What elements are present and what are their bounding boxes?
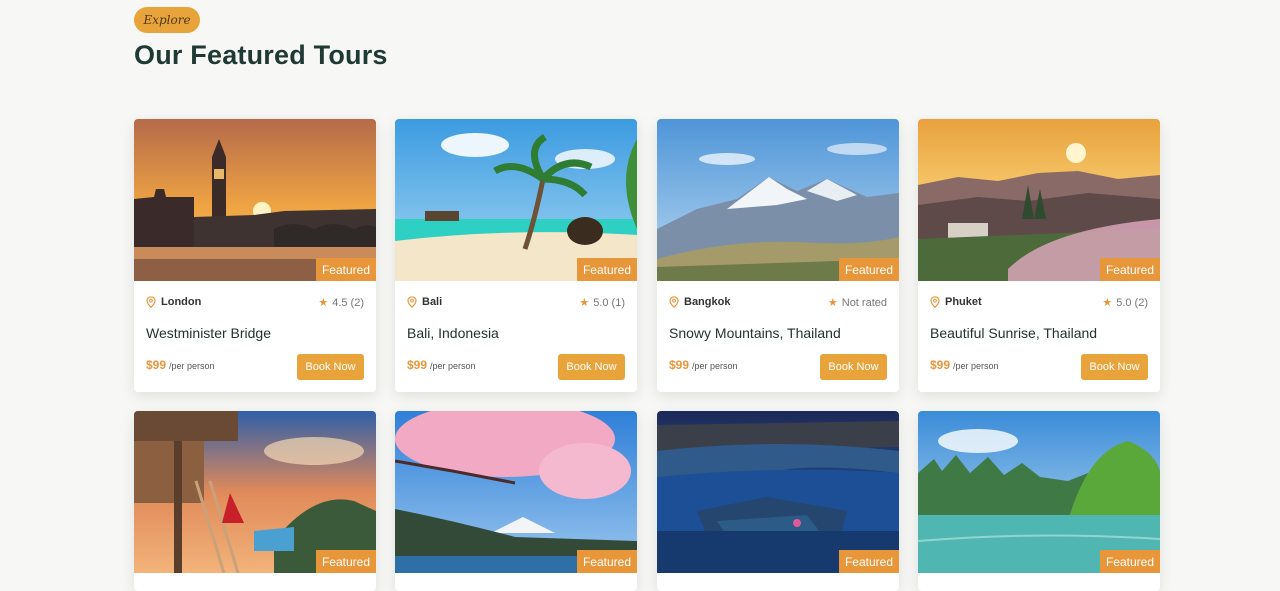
star-icon: ★ <box>579 297 590 309</box>
tour-card[interactable]: Featured <box>134 411 376 591</box>
location-label: London <box>161 296 202 308</box>
tour-price: $99/per person <box>407 358 476 372</box>
rating: ★ 5.0 (1) <box>579 296 625 310</box>
rating: ★ 5.0 (2) <box>1102 296 1148 310</box>
featured-badge: Featured <box>1099 550 1160 573</box>
tour-image-bali: Featured <box>395 119 637 281</box>
map-pin-icon <box>930 296 940 308</box>
tour-name[interactable]: Bali, Indonesia <box>407 325 499 341</box>
tour-card-bangkok[interactable]: Featured Bangkok ★ Not rated Snowy Mount… <box>657 119 899 392</box>
location-label: Phuket <box>945 296 982 308</box>
location-label: Bali <box>422 296 443 308</box>
explore-tag: Explore <box>134 7 200 33</box>
tour-image-night-river: Featured <box>657 411 899 573</box>
book-now-button[interactable]: Book Now <box>1081 354 1148 380</box>
tour-price: $99/per person <box>146 358 215 372</box>
featured-badge: Featured <box>1099 258 1160 281</box>
featured-badge: Featured <box>315 258 376 281</box>
tour-card[interactable]: Featured <box>657 411 899 591</box>
tour-image-cherry-blossom: Featured <box>395 411 637 573</box>
tour-card-bali[interactable]: Featured Bali ★ 5.0 (1) Bali, Indonesia … <box>395 119 637 392</box>
tour-image-phuket: Featured <box>918 119 1160 281</box>
book-now-button[interactable]: Book Now <box>297 354 364 380</box>
tour-image-karst-river: Featured <box>918 411 1160 573</box>
map-pin-icon <box>669 296 679 308</box>
featured-badge: Featured <box>576 258 637 281</box>
tour-price: $99/per person <box>930 358 999 372</box>
tour-image-treehouse: Featured <box>134 411 376 573</box>
tour-card-phuket[interactable]: Featured Phuket ★ 5.0 (2) Beautiful Sunr… <box>918 119 1160 392</box>
location: Phuket <box>930 296 982 308</box>
location: London <box>146 296 201 308</box>
location: Bangkok <box>669 296 730 308</box>
rating-value: 5.0 (1) <box>593 296 625 309</box>
tour-card[interactable]: Featured <box>395 411 637 591</box>
featured-badge: Featured <box>838 258 899 281</box>
location: Bali <box>407 296 442 308</box>
rating-value: 4.5 (2) <box>332 296 364 309</box>
rating: ★ Not rated <box>827 296 887 310</box>
tour-name[interactable]: Westminister Bridge <box>146 325 271 341</box>
rating-value: Not rated <box>841 296 887 309</box>
map-pin-icon <box>146 296 156 308</box>
featured-badge: Featured <box>838 550 899 573</box>
star-icon: ★ <box>827 297 838 309</box>
star-icon: ★ <box>318 297 329 309</box>
featured-badge: Featured <box>576 550 637 573</box>
rating: ★ 4.5 (2) <box>318 296 364 310</box>
star-icon: ★ <box>1102 297 1113 309</box>
book-now-button[interactable]: Book Now <box>820 354 887 380</box>
tour-card-london[interactable]: Featured London ★ 4.5 (2) Westminister B… <box>134 119 376 392</box>
featured-badge: Featured <box>315 550 376 573</box>
tour-card[interactable]: Featured <box>918 411 1160 591</box>
tour-image-london: Featured <box>134 119 376 281</box>
tour-price: $99/per person <box>669 358 738 372</box>
tour-image-bangkok: Featured <box>657 119 899 281</box>
rating-value: 5.0 (2) <box>1116 296 1148 309</box>
tour-name[interactable]: Beautiful Sunrise, Thailand <box>930 325 1097 341</box>
book-now-button[interactable]: Book Now <box>558 354 625 380</box>
map-pin-icon <box>407 296 417 308</box>
section-title: Our Featured Tours <box>134 40 388 70</box>
tour-name[interactable]: Snowy Mountains, Thailand <box>669 325 841 341</box>
location-label: Bangkok <box>684 296 731 308</box>
